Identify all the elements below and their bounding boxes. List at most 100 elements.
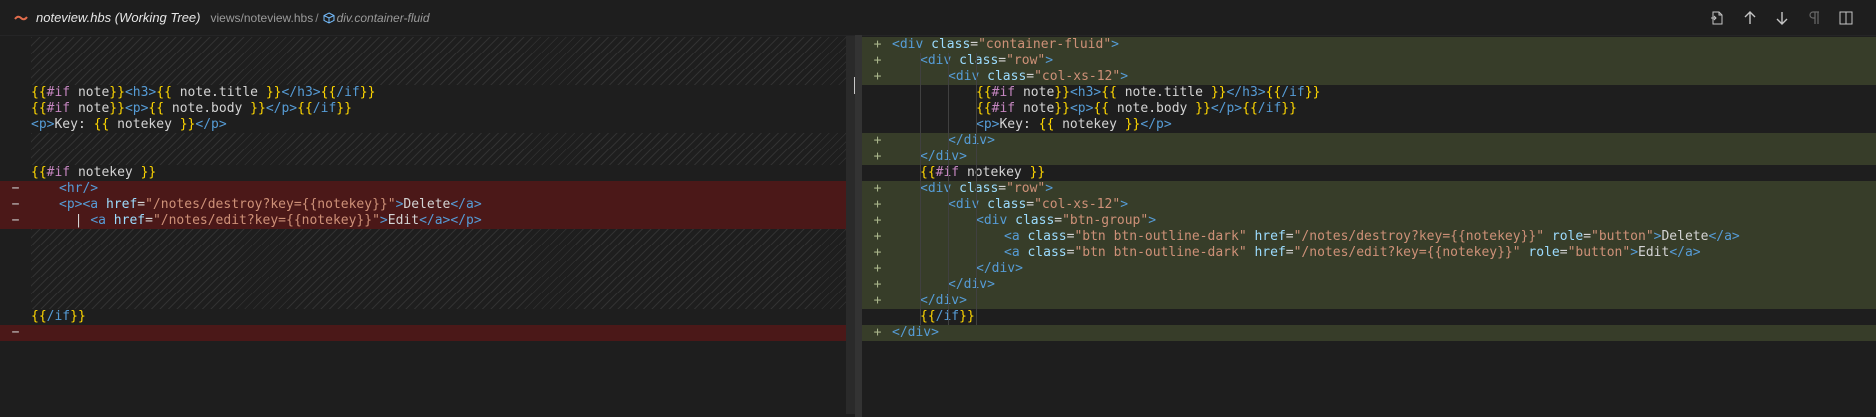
deleted-line[interactable]: − | <a href="/notes/edit?key={{notekey}}… [0,213,855,229]
inserted-line[interactable]: + <div class="container-fluid"> [862,37,1876,53]
code-token: <a [1004,245,1028,260]
code-token: > [1111,37,1119,52]
code-line[interactable]: <p>Key: {{ notekey }}</p> [862,117,1876,133]
code-line[interactable]: {{/if}} [0,309,855,325]
inserted-line[interactable]: + <div class="col-xs-12"> [862,197,1876,213]
editor-title-bar: noteview.hbs (Working Tree) views/notevi… [0,0,1876,36]
code-token: {{ [1038,117,1055,132]
code-token: href [1254,245,1286,260]
code-line[interactable]: {{/if}} [862,309,1876,325]
next-change-icon[interactable] [1766,0,1798,35]
inserted-line[interactable]: + </div> [862,293,1876,309]
line-content: <p><a href="/notes/destroy?key={{notekey… [59,197,482,213]
code-token: </h3> [1226,85,1266,100]
code-token: = [998,53,1007,68]
code-token: note.title [1116,85,1211,100]
split-editor-icon[interactable] [1830,0,1862,35]
code-token: {{ [976,85,992,100]
code-token: Key: [999,117,1039,132]
code-token: <div [948,197,988,212]
deleted-line[interactable]: − <p><a href="/notes/destroy?key={{noteke… [0,197,855,213]
code-token: <div [948,69,988,84]
modified-editor-pane[interactable]: + <div class="container-fluid"> + <div clas… [862,35,1876,417]
code-token: href [113,213,146,228]
code-token: </a> [450,197,482,212]
inserted-line[interactable]: + </div> [862,325,1876,341]
code-token: }} [179,117,196,132]
code-token: {{ [31,309,47,324]
line-content: </div> [892,325,939,341]
diff-placeholder-gap [31,69,855,85]
code-token: "button" [1591,229,1654,244]
inserted-line[interactable]: + </div> [862,277,1876,293]
open-file-icon[interactable] [1702,0,1734,35]
code-token: {{ [1093,101,1110,116]
code-token: "col-xs-12" [1034,197,1121,212]
code-token: = [998,181,1007,196]
inserted-line[interactable]: + <a class="btn btn-outline-dark" href="/… [862,229,1876,245]
code-token: <div [920,53,960,68]
code-token: = [1583,229,1592,244]
code-token: role [1551,229,1584,244]
file-name[interactable]: noteview.hbs (Working Tree) [36,10,201,25]
code-token: #if [991,101,1023,116]
code-token: }} [959,309,975,324]
inserted-line[interactable]: + </div> [862,261,1876,277]
line-content: {{#if note}}<h3>{{ note.title }}</h3>{{/… [976,85,1320,101]
inserted-line[interactable]: + </div> [862,133,1876,149]
code-token: > [1120,197,1129,212]
code-token: #if [935,165,967,180]
code-token: {{ [1101,85,1117,100]
pane-splitter[interactable] [855,35,862,417]
added-marker-icon: + [873,213,882,228]
code-token: {{ [320,85,337,100]
code-line[interactable]: {{#if note}}<p>{{ note.body }}</p>{{/if}… [0,101,855,117]
inserted-line[interactable]: + <a class="btn btn-outline-dark" href="/… [862,245,1876,261]
diff-placeholder-gap [31,261,855,277]
code-token: }} [1304,85,1321,100]
deleted-line[interactable]: − <hr/> [0,181,855,197]
diff-placeholder-gap [31,149,855,165]
inserted-line[interactable]: + </div> [862,149,1876,165]
code-token: </a> [1669,245,1701,260]
code-token: <a [1004,229,1028,244]
original-editor-pane[interactable]: {{#if note}}<h3>{{ note.title }}</h3>{{/… [0,35,855,417]
deleted-line[interactable]: − [0,325,855,341]
code-line[interactable]: {{#if note}}<p>{{ note.body }}</p>{{/if}… [862,101,1876,117]
code-token: /if [1257,101,1282,116]
line-content: </div> [920,149,967,165]
code-token: note.title [171,85,266,100]
line-content: {{#if note}}<p>{{ note.body }}</p>{{/if}… [31,101,352,117]
inserted-line[interactable]: + <div class="col-xs-12"> [862,69,1876,85]
code-token: }} [336,101,352,116]
toggle-whitespace-icon[interactable] [1798,0,1830,35]
code-line[interactable]: {{#if note}}<h3>{{ note.title }}</h3>{{/… [0,85,855,101]
inserted-line[interactable]: + <div class="row"> [862,53,1876,69]
code-token: = [1026,197,1035,212]
code-line[interactable]: {{#if notekey }} [0,165,855,181]
code-token: }} [1281,101,1297,116]
code-token: Key: [54,117,94,132]
code-line[interactable]: {{#if note}}<h3>{{ note.title }}</h3>{{/… [862,85,1876,101]
line-content: <div class="btn-group"> [976,213,1156,229]
breadcrumb-symbol[interactable]: div.container-fluid [337,11,430,25]
code-line[interactable]: {{#if notekey }} [862,165,1876,181]
added-marker-icon: + [873,181,882,196]
added-marker-icon: + [873,293,882,308]
breadcrumb-path[interactable]: views/noteview.hbs [211,11,314,25]
added-marker-icon: + [873,261,882,276]
code-token: <p><a [59,197,106,212]
code-token: note [1022,101,1055,116]
code-token: {{ [31,85,47,100]
diff-editor: noteview.hbs (Working Tree) views/notevi… [0,0,1876,417]
line-content: {{#if note}}<p>{{ note.body }}</p>{{/if}… [976,101,1297,117]
previous-change-icon[interactable] [1734,0,1766,35]
code-token: {{ [93,117,110,132]
breadcrumb[interactable]: views/noteview.hbs / div.container-fluid [211,11,430,25]
code-token: #if [991,85,1023,100]
code-token: = [1026,69,1035,84]
inserted-line[interactable]: + <div class="btn-group"> [862,213,1876,229]
code-token: </h3> [281,85,321,100]
inserted-line[interactable]: + <div class="row"> [862,181,1876,197]
code-line[interactable]: <p>Key: {{ notekey }}</p> [0,117,855,133]
